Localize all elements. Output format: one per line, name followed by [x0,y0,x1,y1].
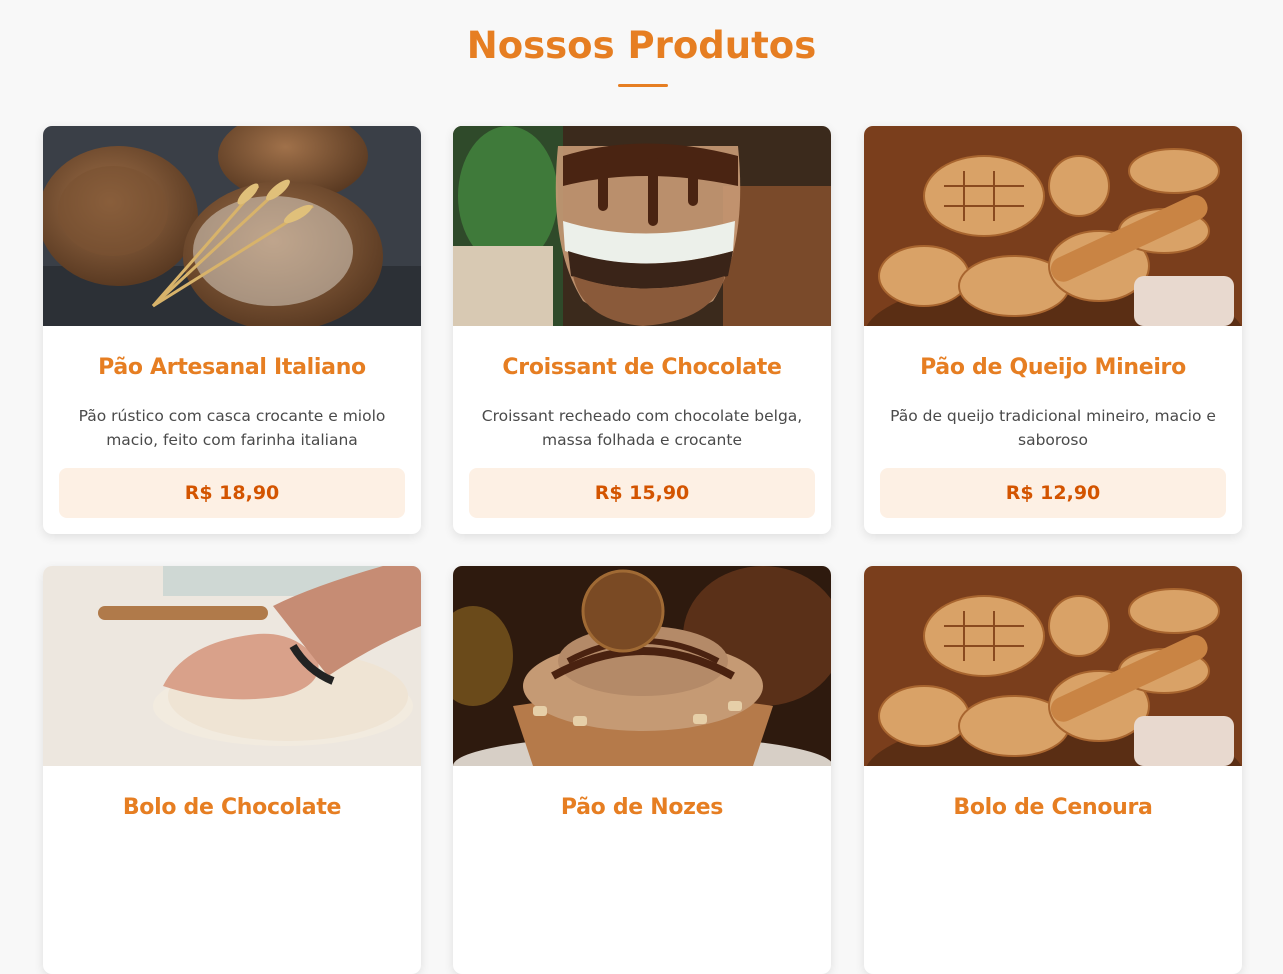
product-name: Bolo de Cenoura [953,795,1153,820]
product-image [43,126,421,326]
product-image [864,566,1242,766]
product-name: Pão Artesanal Italiano [98,355,366,380]
product-price[interactable]: R$ 15,90 [469,468,815,518]
product-name: Pão de Queijo Mineiro [920,355,1186,380]
product-name: Bolo de Chocolate [122,795,342,820]
product-card[interactable]: Bolo de Chocolate [43,566,421,974]
product-name: Pão de Nozes [560,795,724,820]
title-underline [618,84,668,87]
product-image [864,126,1242,326]
product-name: Croissant de Chocolate [502,355,782,380]
product-price[interactable]: R$ 18,90 [59,468,405,518]
product-card[interactable]: Pão de Queijo Mineiro Pão de queijo trad… [864,126,1242,534]
products-section: Nossos Produtos Pão Artesanal Italiano P… [0,0,1283,974]
product-description: Pão rústico com casca crocante e miolo m… [78,407,386,449]
product-image [453,126,831,326]
section-title: Nossos Produtos [466,24,817,67]
product-description: Croissant recheado com chocolate belga, … [481,407,803,449]
product-image [43,566,421,766]
product-price[interactable]: R$ 12,90 [880,468,1226,518]
product-card[interactable]: Pão Artesanal Italiano Pão rústico com c… [43,126,421,534]
product-image [453,566,831,766]
product-card[interactable]: Bolo de Cenoura [864,566,1242,974]
product-card[interactable]: Pão de Nozes [453,566,831,974]
product-description: Pão de queijo tradicional mineiro, macio… [890,407,1216,449]
product-card[interactable]: Croissant de Chocolate Croissant rechead… [453,126,831,534]
